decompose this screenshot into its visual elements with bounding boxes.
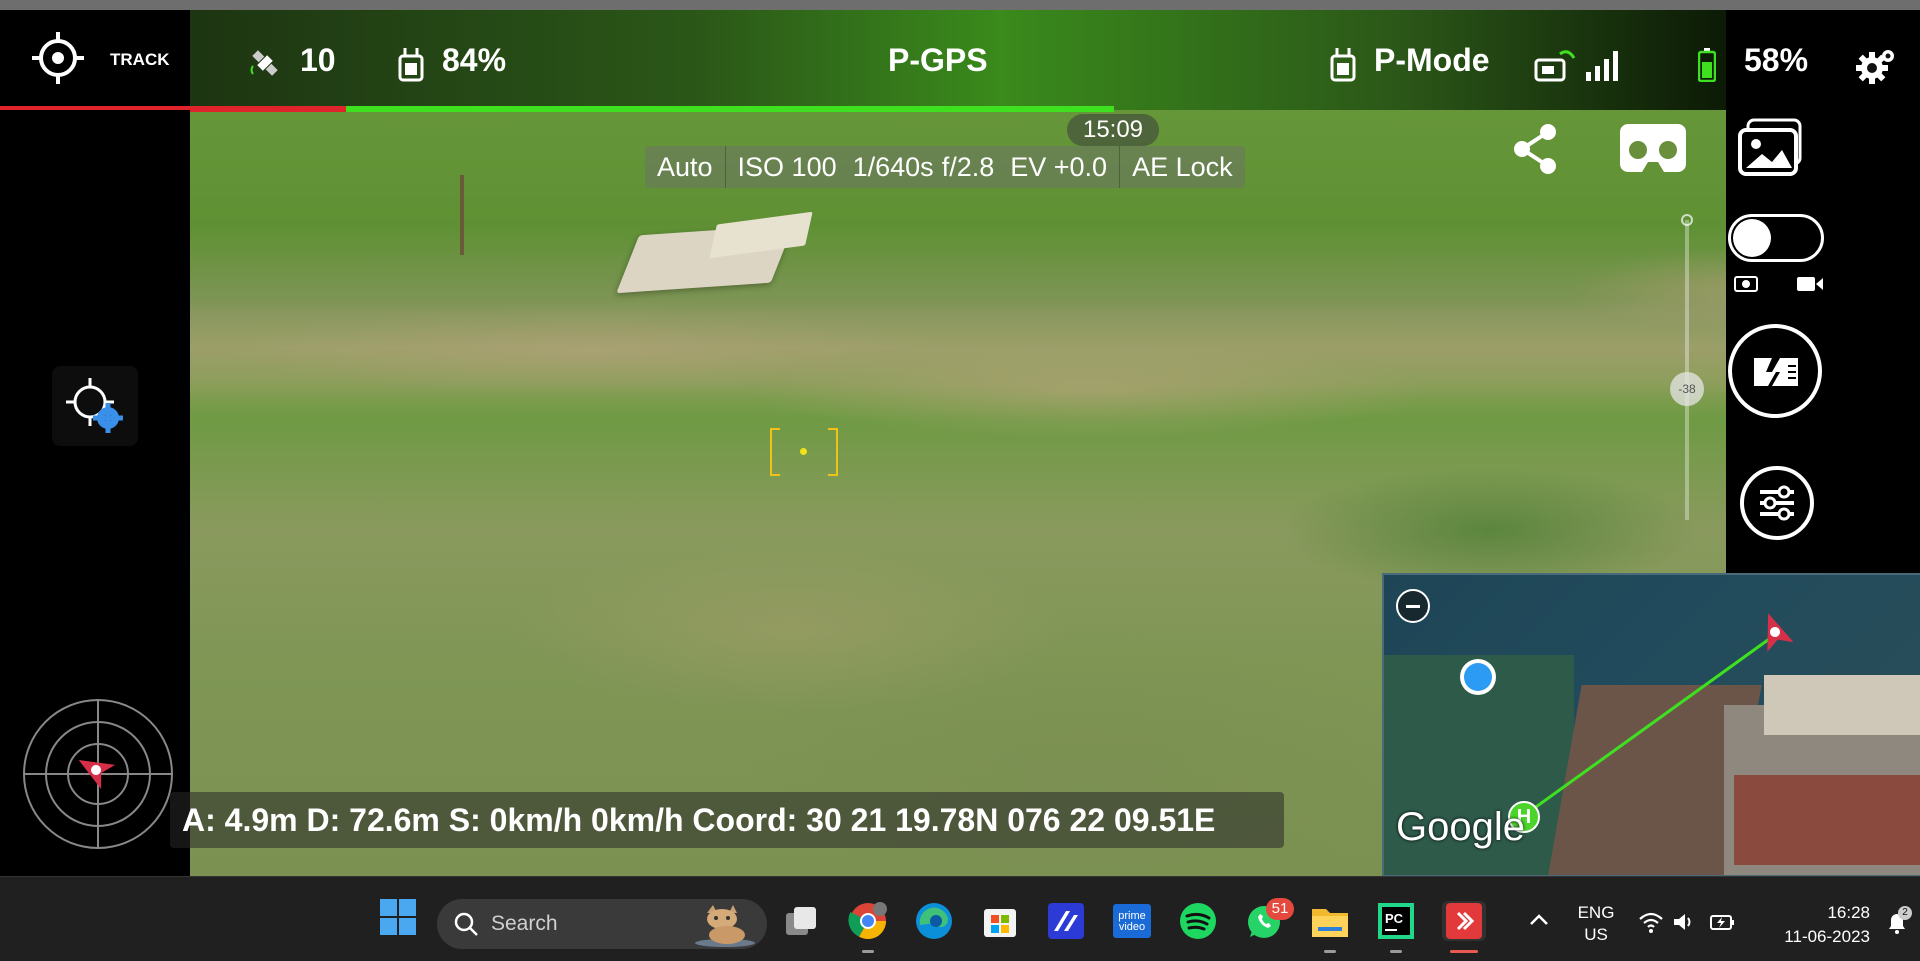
aperture-value[interactable]: f/2.8 xyxy=(938,146,999,188)
shutter-speed[interactable]: 1/640s xyxy=(849,146,938,188)
aircraft-battery-value: 58% xyxy=(1744,42,1809,78)
pycharm-running-indicator xyxy=(1390,950,1402,953)
gps-mode-label[interactable]: P-GPS xyxy=(888,42,988,79)
language-code: ENG xyxy=(1577,903,1615,922)
ev-value[interactable]: EV +0.0 xyxy=(998,146,1119,188)
chrome-running-indicator xyxy=(862,950,874,953)
flight-mode-icon xyxy=(1328,46,1358,84)
photo-mode-icon xyxy=(1734,274,1758,292)
app-cast-icon[interactable] xyxy=(1442,901,1486,941)
settings-gear-icon[interactable] xyxy=(1854,46,1896,88)
region-code: US xyxy=(1584,925,1608,944)
signal-strength-icon xyxy=(1534,44,1630,86)
svg-text:video: video xyxy=(1119,921,1145,933)
task-view-icon[interactable] xyxy=(782,901,822,941)
show-hidden-icons-chevron-icon[interactable] xyxy=(1528,912,1550,928)
exposure-mode[interactable]: Auto xyxy=(645,146,725,188)
status-bar: TRACK 10 84% P-GPS P-Mode 58% xyxy=(0,10,1920,110)
camera-settings-strip[interactable]: Auto ISO 100 1/640s f/2.8 EV +0.0 AE Loc… xyxy=(645,146,1245,188)
chrome-icon[interactable] xyxy=(848,901,888,941)
battery-icon xyxy=(1697,48,1717,83)
clock-date: 11-06-2023 xyxy=(1784,927,1870,946)
gimbal-angle-indicator[interactable]: -38 xyxy=(1670,372,1704,406)
cardboard-object xyxy=(709,211,813,259)
search-icon xyxy=(453,911,479,937)
visual-studio-icon[interactable] xyxy=(1046,901,1086,941)
map-brand-logo: Google xyxy=(1396,805,1525,849)
whatsapp-badge: 51 xyxy=(1266,898,1294,920)
focus-box[interactable] xyxy=(770,428,838,476)
photo-video-toggle[interactable] xyxy=(1728,214,1824,262)
grass-dry-patch xyxy=(190,300,1726,420)
windows-start-icon[interactable] xyxy=(380,899,416,935)
spotify-icon[interactable] xyxy=(1178,901,1218,941)
svg-text:PC: PC xyxy=(1385,911,1404,926)
taskbar xyxy=(0,876,1920,961)
aircraft-marker-icon xyxy=(1752,609,1798,655)
prime-video-icon[interactable]: prime video xyxy=(1112,901,1152,941)
flight-time-chip: 15:09 xyxy=(1067,114,1159,146)
clock-time: 16:28 xyxy=(1827,903,1870,922)
wifi-icon[interactable] xyxy=(1638,910,1664,934)
vr-goggles-icon[interactable] xyxy=(1618,120,1688,176)
explorer-running-indicator xyxy=(1324,950,1336,953)
microsoft-store-icon[interactable] xyxy=(980,901,1020,941)
left-sidebar xyxy=(0,110,190,876)
active-app-indicator xyxy=(1450,950,1478,953)
satellite-count: 10 xyxy=(300,42,336,78)
gimbal-scale xyxy=(1685,220,1689,520)
gimbal-scale-top-dot xyxy=(1681,214,1693,226)
clock[interactable]: 16:28 11-06-2023 xyxy=(1760,901,1870,949)
progress-bar-green xyxy=(346,106,1114,112)
share-icon[interactable] xyxy=(1512,122,1560,176)
rc-battery-value: 84% xyxy=(442,42,507,78)
search-placeholder: Search xyxy=(491,912,558,935)
flight-mode-label[interactable]: P-Mode xyxy=(1374,42,1490,79)
track-label[interactable]: TRACK xyxy=(110,50,170,70)
stake-object xyxy=(460,175,464,255)
radar-compass[interactable] xyxy=(22,698,174,850)
telemetry-readout: A: 4.9m D: 72.6m S: 0km/h 0km/h Coord: 3… xyxy=(170,792,1284,848)
ae-lock[interactable]: AE Lock xyxy=(1120,146,1245,188)
zoom-out-button[interactable] xyxy=(1396,589,1430,623)
camera-adjust-sliders-icon[interactable] xyxy=(1740,466,1814,540)
minimap[interactable]: H Google xyxy=(1382,573,1920,877)
satellite-icon xyxy=(248,46,282,80)
edge-icon[interactable] xyxy=(914,901,954,941)
user-location-dot xyxy=(1460,659,1496,695)
volume-icon[interactable] xyxy=(1672,910,1696,934)
language-indicator[interactable]: ENG US xyxy=(1572,902,1620,946)
notification-badge: 2 xyxy=(1898,906,1912,920)
file-explorer-icon[interactable] xyxy=(1310,901,1350,941)
window-top-strip xyxy=(0,0,1920,10)
remote-controller-icon xyxy=(396,46,426,84)
search-highlight-cat-icon xyxy=(693,903,757,947)
right-sidebar xyxy=(1726,110,1920,572)
iso-value[interactable]: ISO 100 xyxy=(726,146,849,188)
gallery-icon[interactable] xyxy=(1736,116,1808,180)
video-mode-icon xyxy=(1796,276,1824,292)
battery-charging-icon[interactable] xyxy=(1710,912,1736,932)
taskbar-search-input[interactable]: Search xyxy=(437,899,767,949)
track-target-icon[interactable] xyxy=(32,32,84,84)
shutter-button[interactable] xyxy=(1728,324,1822,418)
camera-settings-button[interactable] xyxy=(52,366,138,446)
pycharm-icon[interactable]: PC xyxy=(1376,901,1416,941)
